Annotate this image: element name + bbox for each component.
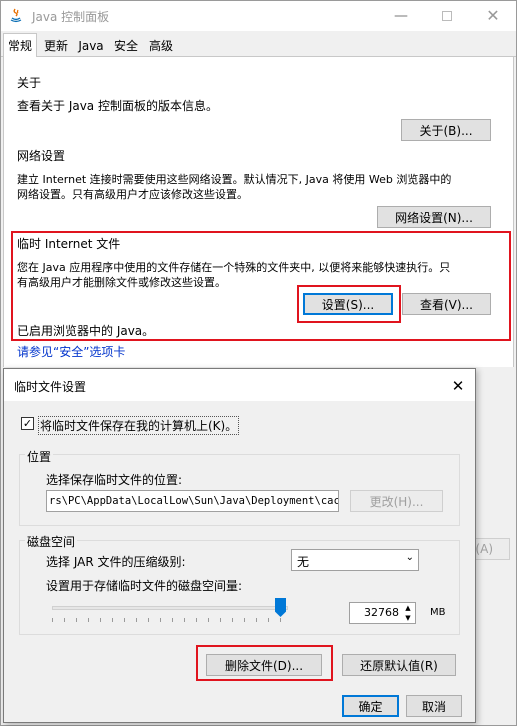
restore-defaults-button[interactable]: 还原默认值(R): [342, 654, 456, 676]
maximize-icon[interactable]: [424, 1, 470, 30]
cancel-button[interactable]: 取消: [406, 695, 462, 717]
location-label: 选择保存临时文件的位置:: [46, 473, 183, 487]
security-tab-link[interactable]: 请参见“安全”选项卡: [17, 343, 125, 360]
temp-files-description-line2: 有高级用户才能删除文件或修改这些设置。: [17, 276, 226, 289]
cache-path-field[interactable]: rs\PC\AppData\LocalLow\Sun\Java\Deployme…: [46, 490, 339, 512]
location-group-label: 位置: [25, 448, 54, 465]
chevron-down-icon: ⌄: [405, 552, 414, 563]
temp-files-heading: 临时 Internet 文件: [17, 237, 121, 251]
tab-general[interactable]: 常规: [3, 33, 37, 57]
network-heading: 网络设置: [17, 149, 66, 163]
network-description-line1: 建立 Internet 连接时需要使用这些网络设置。默认情况下, Java 将使…: [17, 173, 452, 186]
compression-select[interactable]: 无 ⌄: [291, 549, 419, 571]
slider-track: [52, 606, 288, 610]
dialog-title: 临时文件设置: [14, 380, 87, 394]
slider-ticks: [52, 618, 288, 622]
browser-java-status: 已启用浏览器中的 Java。: [17, 324, 155, 338]
close-icon[interactable]: ✕: [470, 1, 516, 30]
dialog-close-icon[interactable]: ✕: [438, 371, 478, 400]
temp-files-description-line1: 您在 Java 应用程序中使用的文件存储在一个特殊的文件夹中, 以便将来能够快速…: [17, 261, 451, 274]
compression-value: 无: [297, 555, 310, 569]
spinner-up-icon[interactable]: ▲: [402, 603, 414, 613]
tab-update[interactable]: 更新: [40, 35, 72, 56]
tab-java[interactable]: Java: [75, 35, 107, 56]
network-settings-button[interactable]: 网络设置(N)...: [377, 206, 491, 228]
ok-button[interactable]: 确定: [342, 695, 399, 717]
about-description: 查看关于 Java 控制面板的版本信息。: [17, 99, 218, 113]
about-button[interactable]: 关于(B)...: [401, 119, 491, 141]
disk-group-label: 磁盘空间: [25, 533, 78, 550]
tab-advanced[interactable]: 高级: [145, 35, 177, 56]
disk-space-unit: MB: [430, 607, 446, 618]
change-location-button[interactable]: 更改(H)...: [350, 490, 443, 512]
java-logo-icon: [8, 7, 24, 23]
delete-files-button[interactable]: 删除文件(D)...: [206, 654, 322, 676]
temp-settings-button[interactable]: 设置(S)...: [303, 293, 393, 315]
network-description-line2: 网络设置。只有高级用户才应该修改这些设置。: [17, 188, 248, 201]
tab-security[interactable]: 安全: [110, 35, 142, 56]
disk-space-spinner[interactable]: 32768 ▲ ▼: [349, 602, 416, 624]
main-window-title: Java 控制面板: [32, 10, 110, 24]
slider-thumb[interactable]: [275, 598, 286, 617]
disk-space-label: 设置用于存储临时文件的磁盘空间量:: [46, 579, 243, 593]
compression-label: 选择 JAR 文件的压缩级别:: [46, 555, 186, 569]
keep-files-checkbox[interactable]: ✓: [21, 417, 34, 430]
temp-view-button[interactable]: 查看(V)...: [402, 293, 491, 315]
disk-space-value: 32768: [364, 606, 399, 619]
keep-files-label[interactable]: 将临时文件保存在我的计算机上(K)。: [38, 416, 240, 435]
disk-space-slider[interactable]: [52, 598, 292, 624]
minimize-icon[interactable]: —: [378, 1, 424, 30]
about-heading: 关于: [17, 76, 42, 90]
spinner-down-icon[interactable]: ▼: [402, 613, 414, 623]
